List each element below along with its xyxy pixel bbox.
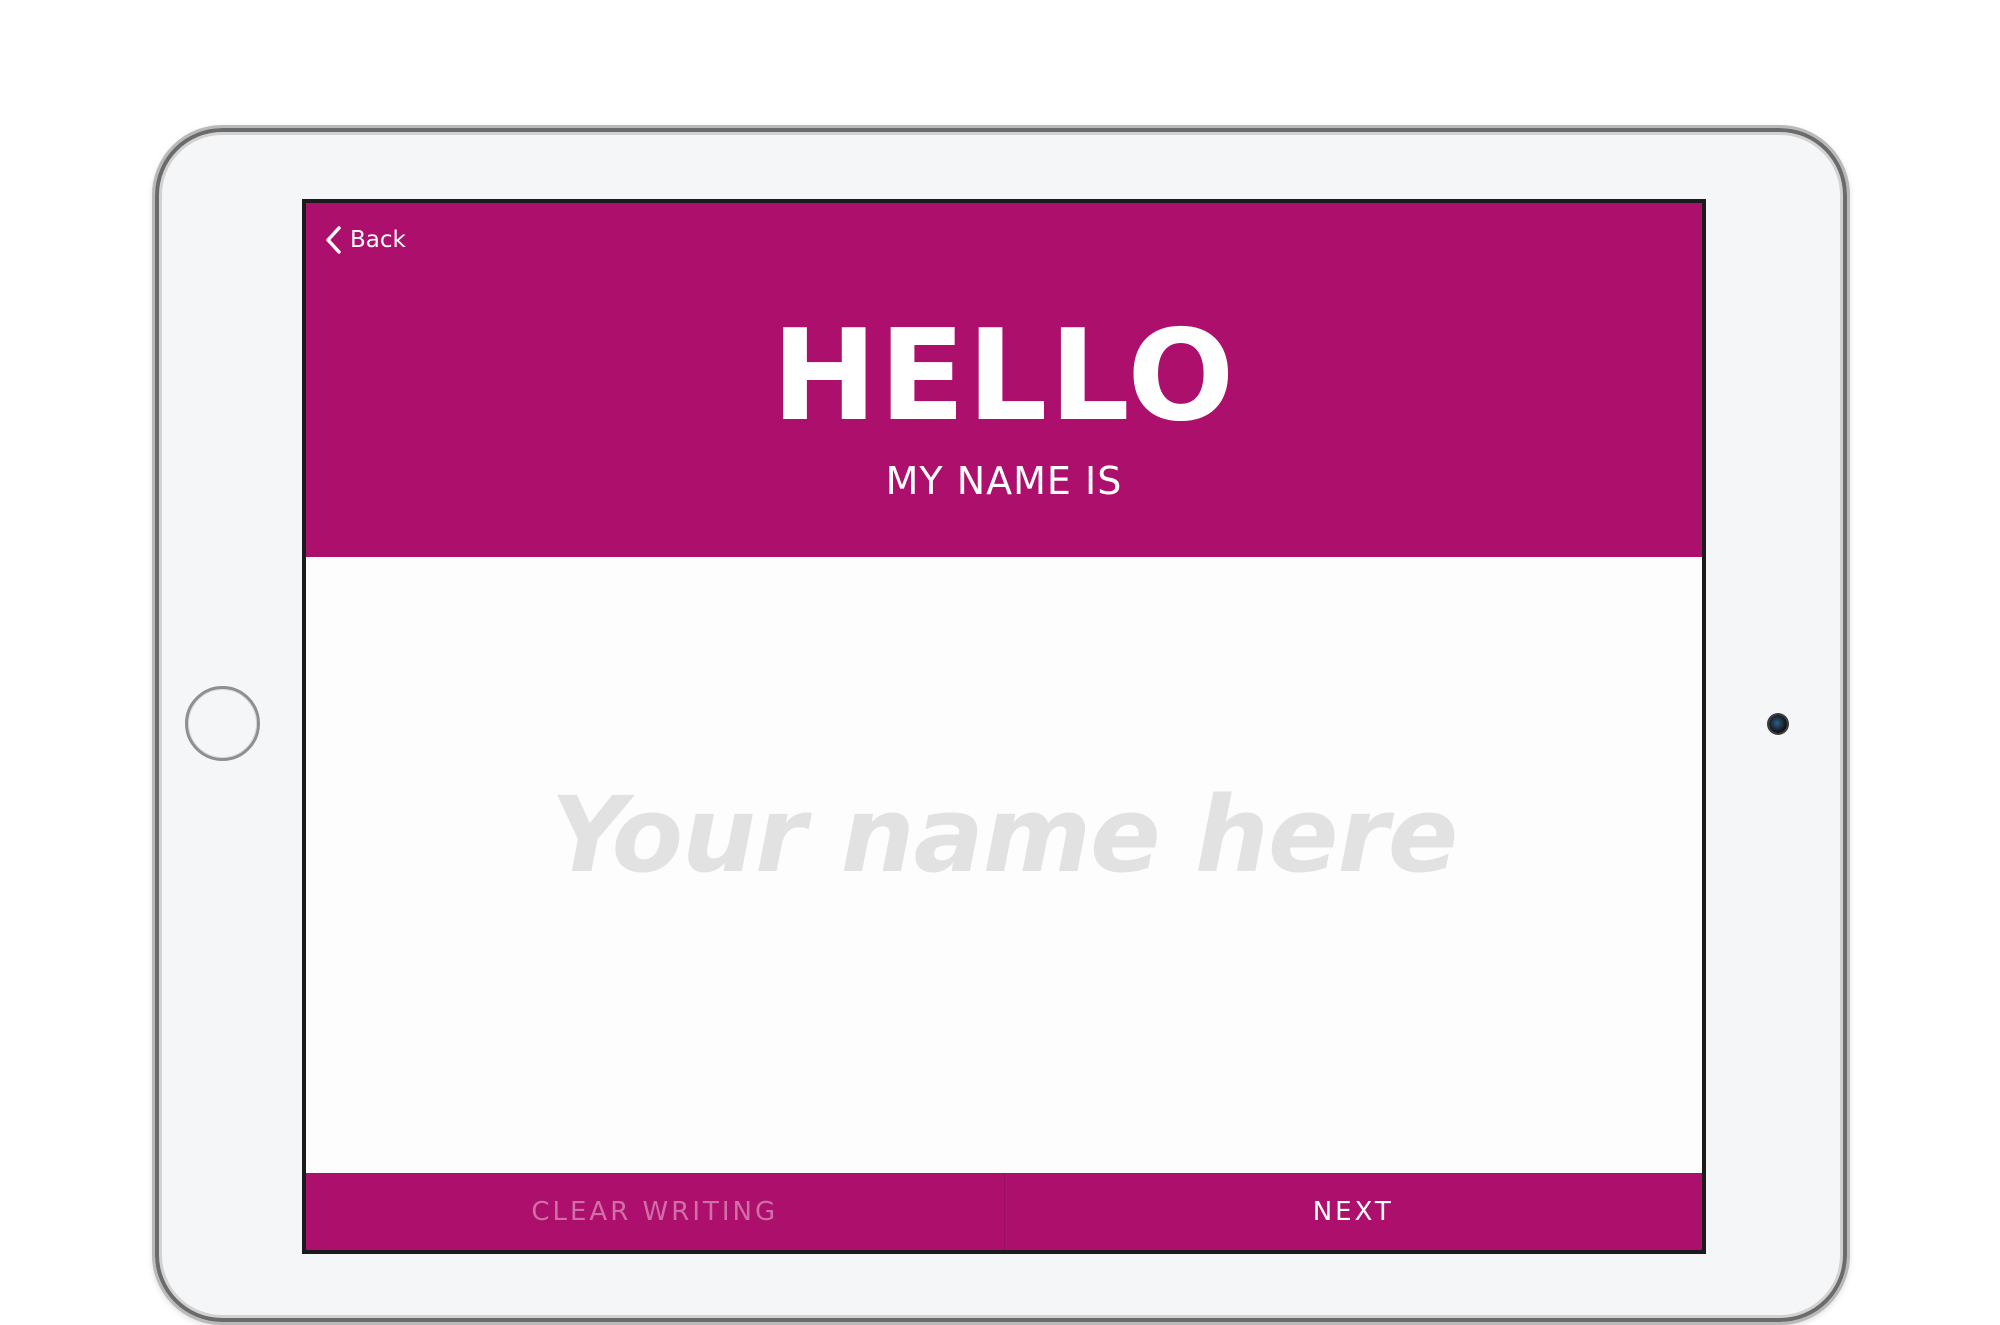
camera-icon	[1769, 715, 1787, 733]
page-title: HELLO	[771, 302, 1237, 449]
clear-writing-button[interactable]: CLEAR WRITING	[306, 1173, 1005, 1250]
page-subtitle: MY NAME IS	[885, 459, 1123, 503]
chevron-left-icon	[324, 225, 344, 255]
footer-toolbar: CLEAR WRITING NEXT	[306, 1173, 1702, 1250]
app-screen: Back HELLO MY NAME IS Your name here CLE…	[302, 199, 1706, 1254]
name-tag-header: Back HELLO MY NAME IS	[306, 203, 1702, 557]
back-label: Back	[350, 227, 406, 253]
handwriting-placeholder: Your name here	[550, 774, 1459, 896]
home-button-icon[interactable]	[185, 686, 260, 761]
back-button[interactable]: Back	[324, 223, 406, 257]
handwriting-canvas[interactable]: Your name here	[306, 557, 1702, 1173]
next-button[interactable]: NEXT	[1005, 1173, 1703, 1250]
